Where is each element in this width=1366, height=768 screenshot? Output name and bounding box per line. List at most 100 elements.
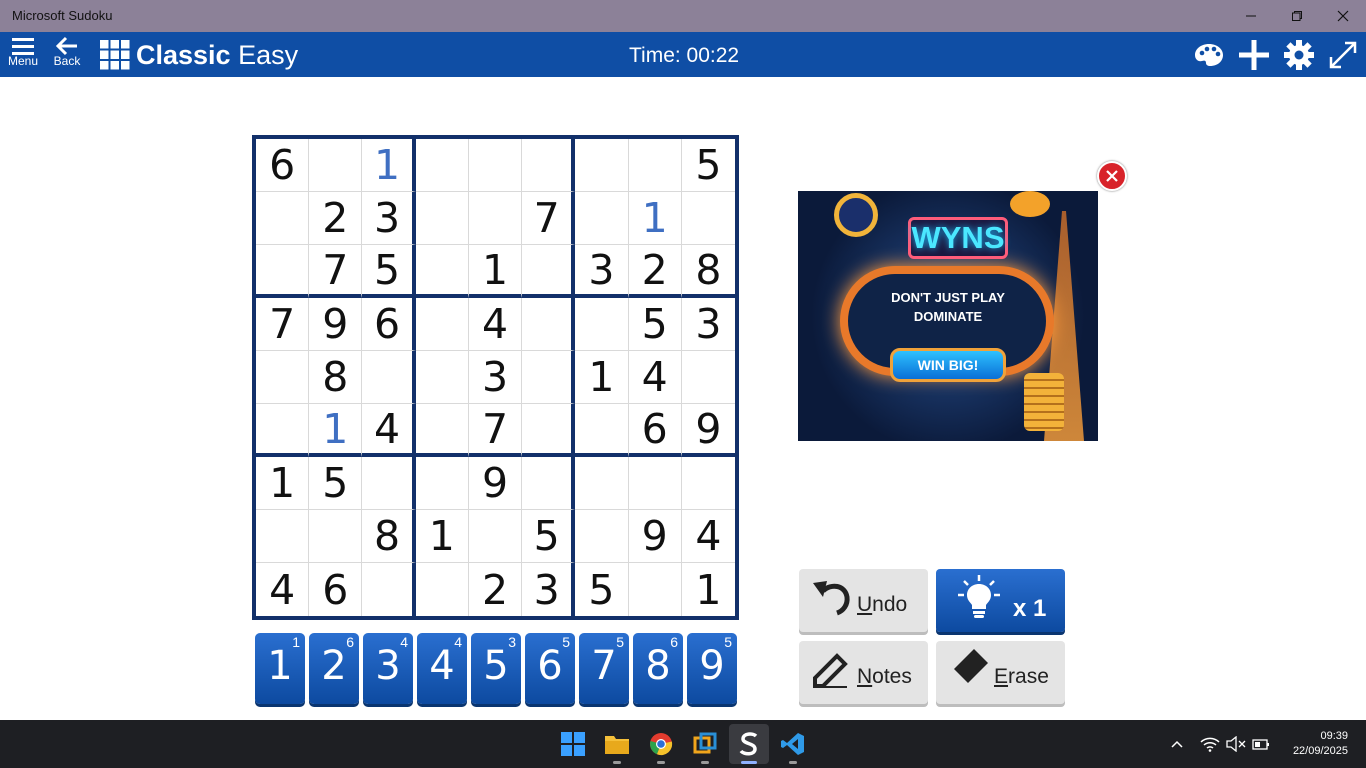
show-hidden-icons-button[interactable] xyxy=(1170,720,1184,768)
board-cell[interactable]: 4 xyxy=(628,351,682,404)
board-cell[interactable]: 7 xyxy=(468,404,523,457)
board-cell[interactable]: 2 xyxy=(469,563,523,616)
board-cell[interactable]: 5 xyxy=(575,563,629,616)
board-cell[interactable]: 7 xyxy=(256,298,310,351)
board-cell[interactable] xyxy=(522,457,576,510)
volume-status[interactable] xyxy=(1226,720,1246,768)
board-cell[interactable]: 9 xyxy=(681,404,735,457)
board-cell[interactable]: 1 xyxy=(575,351,629,404)
board-cell[interactable]: 3 xyxy=(681,298,735,351)
board-cell[interactable] xyxy=(681,457,735,510)
board-cell[interactable]: 1 xyxy=(468,245,523,298)
board-cell[interactable] xyxy=(522,404,576,457)
board-cell[interactable] xyxy=(415,457,469,510)
back-button[interactable]: Back xyxy=(45,32,89,77)
number-key-3[interactable]: 34 xyxy=(363,633,413,704)
board-cell[interactable]: 7 xyxy=(522,192,576,245)
board-cell[interactable]: 5 xyxy=(681,139,735,192)
board-cell[interactable]: 5 xyxy=(628,298,682,351)
wifi-status[interactable] xyxy=(1200,720,1220,768)
board-cell[interactable]: 9 xyxy=(628,510,682,563)
board-cell[interactable]: 1 xyxy=(682,563,735,616)
board-cell[interactable] xyxy=(309,510,363,563)
taskbar-app-3[interactable] xyxy=(685,724,725,764)
board-cell[interactable] xyxy=(522,139,576,192)
board-cell[interactable] xyxy=(575,298,629,351)
system-clock[interactable]: 09:39 22/09/2025 xyxy=(1293,729,1348,759)
settings-button[interactable] xyxy=(1282,38,1316,72)
taskbar-chrome[interactable] xyxy=(641,724,681,764)
board-cell[interactable]: 4 xyxy=(468,298,523,351)
board-cell[interactable] xyxy=(575,404,629,457)
board-cell[interactable] xyxy=(522,245,576,298)
board-cell[interactable]: 5 xyxy=(362,245,416,298)
number-key-9[interactable]: 95 xyxy=(687,633,737,704)
board-cell[interactable] xyxy=(256,192,310,245)
board-cell[interactable] xyxy=(362,351,416,404)
board-cell[interactable] xyxy=(415,404,469,457)
close-button[interactable] xyxy=(1320,0,1366,32)
number-key-5[interactable]: 53 xyxy=(471,633,521,704)
taskbar-file-explorer[interactable] xyxy=(597,724,637,764)
board-cell[interactable]: 6 xyxy=(309,563,363,616)
taskbar-vscode[interactable] xyxy=(773,724,813,764)
board-cell[interactable]: 1 xyxy=(256,457,310,510)
board-cell[interactable] xyxy=(575,192,629,245)
board-cell[interactable]: 1 xyxy=(309,404,363,457)
fullscreen-button[interactable] xyxy=(1326,38,1360,72)
close-ad-button[interactable] xyxy=(1097,161,1127,191)
board-cell[interactable] xyxy=(256,351,310,404)
board-cell[interactable]: 5 xyxy=(522,510,576,563)
board-cell[interactable]: 3 xyxy=(575,245,629,298)
number-key-1[interactable]: 11 xyxy=(255,633,305,704)
board-cell[interactable]: 1 xyxy=(628,192,682,245)
board-cell[interactable] xyxy=(468,139,523,192)
board-cell[interactable]: 8 xyxy=(362,510,416,563)
board-cell[interactable]: 2 xyxy=(309,192,363,245)
battery-status[interactable] xyxy=(1250,720,1270,768)
board-cell[interactable]: 9 xyxy=(309,298,363,351)
board-cell[interactable]: 6 xyxy=(256,139,310,192)
board-cell[interactable] xyxy=(416,563,469,616)
board-cell[interactable]: 3 xyxy=(522,563,576,616)
taskbar-sudoku[interactable] xyxy=(729,724,769,764)
board-cell[interactable] xyxy=(522,351,576,404)
number-key-2[interactable]: 26 xyxy=(309,633,359,704)
board-cell[interactable]: 1 xyxy=(362,139,416,192)
number-key-7[interactable]: 75 xyxy=(579,633,629,704)
board-cell[interactable] xyxy=(415,139,469,192)
board-cell[interactable]: 1 xyxy=(415,510,469,563)
board-cell[interactable]: 4 xyxy=(681,510,735,563)
start-button[interactable] xyxy=(553,724,593,764)
menu-button[interactable]: Menu xyxy=(1,32,45,77)
erase-button[interactable]: Erase xyxy=(936,641,1065,704)
board-cell[interactable]: 3 xyxy=(468,351,523,404)
new-game-button[interactable] xyxy=(1237,38,1271,72)
restore-button[interactable] xyxy=(1274,0,1320,32)
board-cell[interactable] xyxy=(415,245,469,298)
board-cell[interactable]: 8 xyxy=(681,245,735,298)
board-cell[interactable]: 8 xyxy=(309,351,363,404)
board-cell[interactable] xyxy=(629,563,682,616)
board-cell[interactable] xyxy=(681,351,735,404)
board-cell[interactable] xyxy=(575,139,629,192)
minimize-button[interactable] xyxy=(1228,0,1274,32)
undo-button[interactable]: Undo xyxy=(799,569,928,632)
notes-button[interactable]: Notes xyxy=(799,641,928,704)
advertisement-banner[interactable]: WYNS DON'T JUST PLAY DOMINATE WIN BIG! xyxy=(798,191,1098,441)
number-key-8[interactable]: 86 xyxy=(633,633,683,704)
board-cell[interactable] xyxy=(362,457,416,510)
board-cell[interactable] xyxy=(256,245,310,298)
board-cell[interactable] xyxy=(628,139,682,192)
number-key-6[interactable]: 65 xyxy=(525,633,575,704)
board-cell[interactable] xyxy=(575,510,629,563)
board-cell[interactable] xyxy=(309,139,363,192)
board-cell[interactable]: 7 xyxy=(309,245,363,298)
board-cell[interactable] xyxy=(256,510,310,563)
board-cell[interactable]: 3 xyxy=(362,192,416,245)
board-cell[interactable] xyxy=(468,192,523,245)
board-cell[interactable] xyxy=(522,298,576,351)
number-key-4[interactable]: 44 xyxy=(417,633,467,704)
board-cell[interactable]: 6 xyxy=(362,298,416,351)
board-cell[interactable] xyxy=(468,510,523,563)
